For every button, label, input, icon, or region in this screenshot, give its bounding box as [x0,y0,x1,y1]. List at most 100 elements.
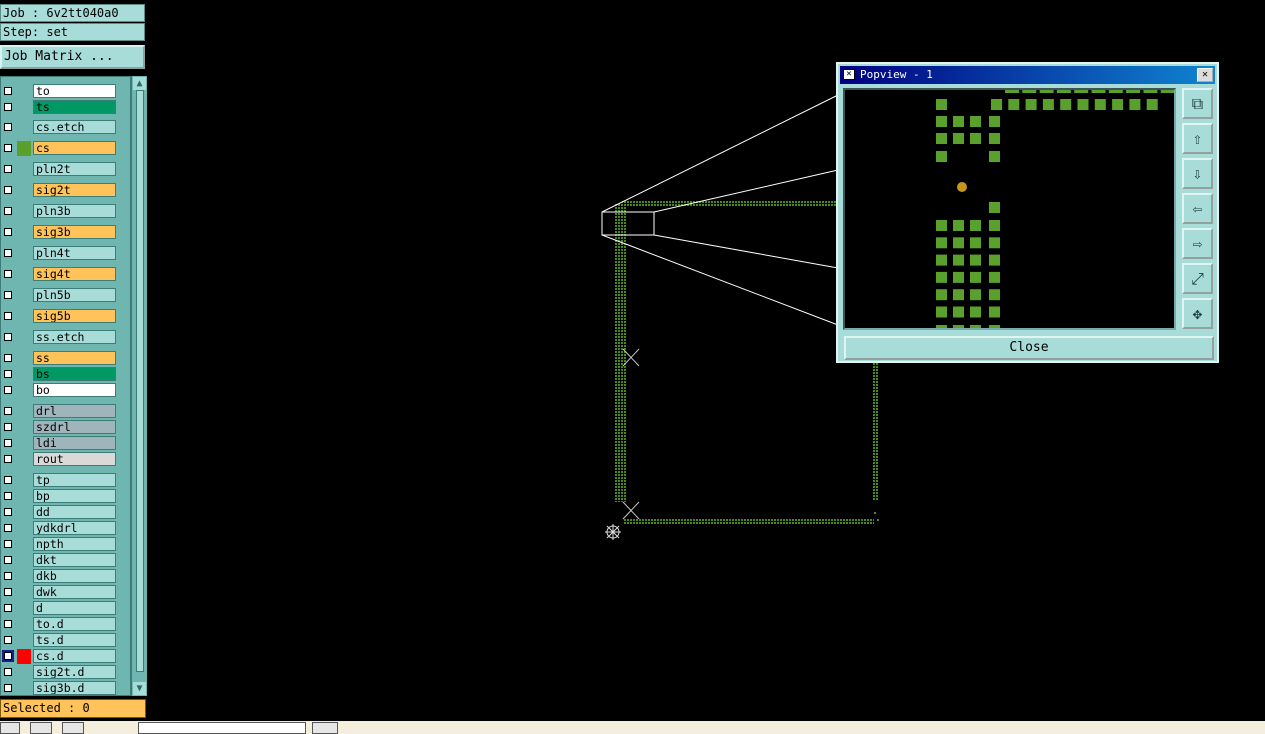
arrow-up-icon[interactable]: ⇧ [1182,123,1213,154]
layer-color-swatch[interactable] [17,84,31,99]
layer-color-swatch[interactable] [17,288,31,303]
layer-row-cs[interactable]: cs [0,141,131,156]
layer-checkbox[interactable] [4,386,12,394]
scroll-track[interactable] [136,90,144,672]
layer-row-to[interactable]: to [0,84,131,99]
layer-checkbox[interactable] [4,207,12,215]
layer-color-swatch[interactable] [17,351,31,366]
layer-color-swatch[interactable] [17,436,31,451]
layer-row-pln4t[interactable]: pln4t [0,246,131,261]
layer-name[interactable]: bs [33,367,116,381]
scroll-up-icon[interactable]: ▲ [133,77,146,90]
layer-name[interactable]: sig3b [33,225,116,239]
layer-checkbox[interactable] [4,333,12,341]
close-button[interactable]: Close [844,336,1214,360]
layer-color-swatch[interactable] [17,452,31,467]
layer-row-ss[interactable]: ss [0,351,131,366]
scroll-down-icon[interactable]: ▼ [133,682,146,695]
layer-color-swatch[interactable] [17,420,31,435]
layer-row-pln2t[interactable]: pln2t [0,162,131,177]
layer-name[interactable]: ts [33,100,116,114]
layer-checkbox[interactable] [4,144,12,152]
layer-checkbox[interactable] [4,540,12,548]
layer-name[interactable]: sig2t [33,183,116,197]
layer-checkbox[interactable] [4,228,12,236]
layer-row-cs-etch[interactable]: cs.etch [0,120,131,135]
layer-checkbox[interactable] [4,455,12,463]
layer-checkbox[interactable] [4,636,12,644]
layer-row-ts-d[interactable]: ts.d [0,633,131,648]
layer-color-swatch[interactable] [17,665,31,680]
layer-checkbox[interactable] [4,588,12,596]
layer-row-ts[interactable]: ts [0,100,131,115]
layer-color-swatch[interactable] [17,330,31,345]
layer-name[interactable]: sig3b.d [33,681,116,695]
layer-color-swatch[interactable] [17,601,31,616]
layer-color-swatch[interactable] [17,225,31,240]
layer-checkbox[interactable] [4,476,12,484]
layer-row-d[interactable]: d [0,601,131,616]
job-matrix-button[interactable]: Job Matrix ... [0,45,145,69]
layer-checkbox[interactable] [4,684,12,692]
layer-checkbox[interactable] [4,604,12,612]
arrow-down-icon[interactable]: ⇩ [1182,158,1213,189]
layer-name[interactable]: to [33,84,116,98]
layer-row-sig3b[interactable]: sig3b [0,225,131,240]
layer-name[interactable]: d [33,601,116,615]
layer-name[interactable]: cs [33,141,116,155]
layer-row-pln5b[interactable]: pln5b [0,288,131,303]
layer-name[interactable]: drl [33,404,116,418]
status-button-2[interactable] [30,722,52,734]
layer-name[interactable]: sig2t.d [33,665,116,679]
layer-name[interactable]: bp [33,489,116,503]
layer-name[interactable]: to.d [33,617,116,631]
layer-row-sig2t-d[interactable]: sig2t.d [0,665,131,680]
layer-name[interactable]: cs.etch [33,120,116,134]
layer-row-ss-etch[interactable]: ss.etch [0,330,131,345]
layer-row-npth[interactable]: npth [0,537,131,552]
layer-name[interactable]: sig4t [33,267,116,281]
layer-color-swatch[interactable] [17,569,31,584]
layer-name[interactable]: npth [33,537,116,551]
layer-checkbox[interactable] [4,423,12,431]
layer-color-swatch[interactable] [17,309,31,324]
layer-name[interactable]: bo [33,383,116,397]
layer-name[interactable]: ldi [33,436,116,450]
layer-color-swatch[interactable] [17,681,31,696]
command-input[interactable] [138,722,306,734]
layer-color-swatch[interactable] [17,367,31,382]
layer-color-swatch[interactable] [17,100,31,115]
layer-row-tp[interactable]: tp [0,473,131,488]
layer-name[interactable]: szdrl [33,420,116,434]
layer-checkbox[interactable] [4,103,12,111]
layer-row-dd[interactable]: dd [0,505,131,520]
layer-checkbox[interactable] [4,492,12,500]
layer-checkbox[interactable] [4,291,12,299]
layer-checkbox[interactable] [4,508,12,516]
layer-row-dkb[interactable]: dkb [0,569,131,584]
layer-name[interactable]: pln3b [33,204,116,218]
layer-color-swatch[interactable] [17,404,31,419]
layer-row-szdrl[interactable]: szdrl [0,420,131,435]
layer-color-swatch[interactable] [17,267,31,282]
layer-color-swatch[interactable] [17,489,31,504]
layer-name[interactable]: dkb [33,569,116,583]
layer-color-swatch[interactable] [17,120,31,135]
layer-checkbox[interactable] [4,524,12,532]
layer-row-sig2t[interactable]: sig2t [0,183,131,198]
layer-checkbox[interactable] [4,249,12,257]
layer-color-swatch[interactable] [17,537,31,552]
layer-row-rout[interactable]: rout [0,452,131,467]
layer-row-sig4t[interactable]: sig4t [0,267,131,282]
layer-checkbox[interactable] [4,620,12,628]
layer-name[interactable]: dkt [33,553,116,567]
layer-name[interactable]: ydkdrl [33,521,116,535]
layer-name[interactable]: rout [33,452,116,466]
layer-color-swatch[interactable] [17,183,31,198]
layer-checkbox[interactable] [4,407,12,415]
layer-name[interactable]: dwk [33,585,116,599]
layer-color-swatch[interactable] [17,473,31,488]
layer-row-to-d[interactable]: to.d [0,617,131,632]
layer-list-scrollbar[interactable]: ▲ ▼ [131,76,147,696]
arrow-left-icon[interactable]: ⇦ [1182,193,1213,224]
